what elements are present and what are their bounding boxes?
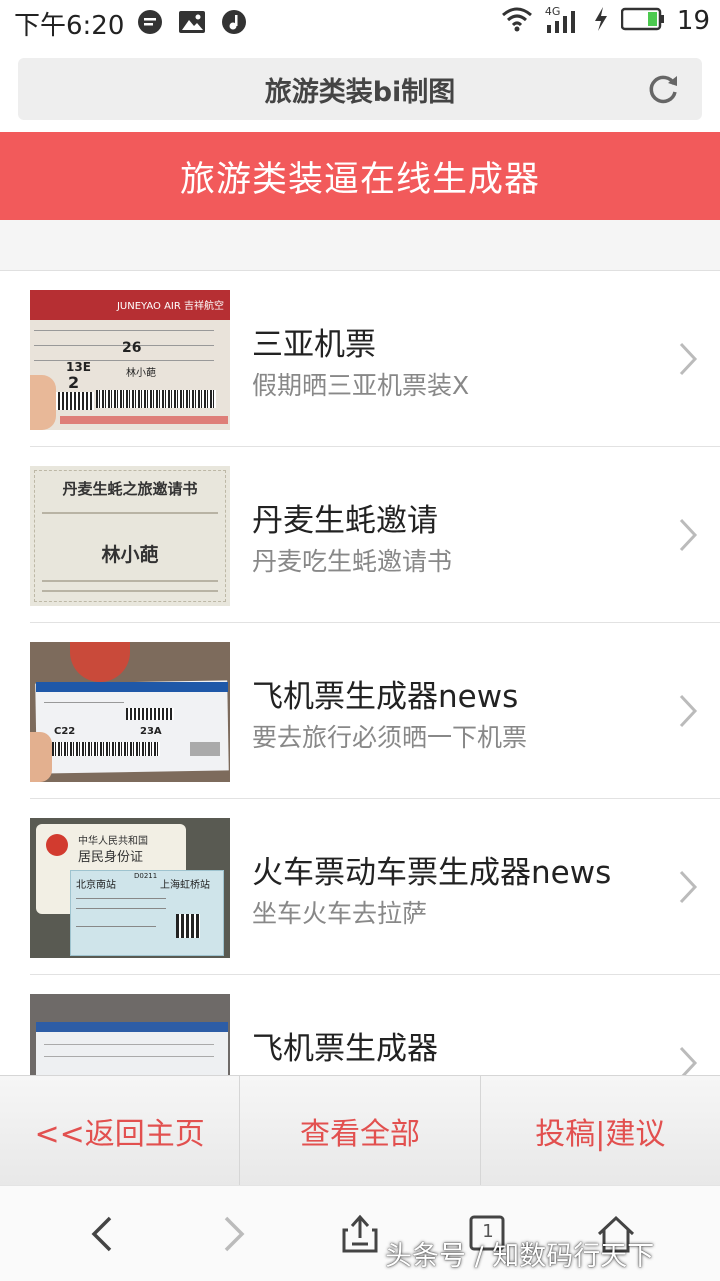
item-title: 丹麦生蚝邀请 <box>252 503 438 539</box>
item-subtitle: 丹麦吃生蚝邀请书 <box>252 547 453 576</box>
list-item-denmark-invite[interactable]: 丹麦生蚝之旅邀请书 林小葩 丹麦生蚝邀请 丹麦吃生蚝邀请书 <box>30 447 720 623</box>
status-right: 4G 19 <box>501 5 710 36</box>
notification-icons <box>136 8 248 36</box>
page-title: 旅游类装bi制图 <box>264 77 456 108</box>
list-item-boarding-pass[interactable]: C22 23A 飞机票生成器news 要去旅行必须晒一下机票 <box>30 623 720 799</box>
sequence-number: 2 <box>68 373 80 392</box>
airline-name: JUNEYAO AIR 吉祥航空 <box>116 301 224 312</box>
item-subtitle: 要去旅行必须晒一下机票 <box>252 723 528 752</box>
message-icon <box>136 8 164 36</box>
chevron-right-icon <box>678 517 698 553</box>
item-subtitle: 假期晒三亚机票装X <box>252 371 470 400</box>
music-icon <box>220 8 248 36</box>
share-icon[interactable] <box>338 1212 382 1256</box>
back-home-button[interactable]: <<返回主页 <box>0 1076 241 1186</box>
boarding-seat-mid: 23A <box>140 726 162 737</box>
forward-arrow-icon[interactable] <box>212 1212 256 1256</box>
back-arrow-icon[interactable] <box>80 1212 124 1256</box>
list-item-train-ticket[interactable]: 中华人民共和国 居民身份证 北京南站 D0211 上海虹桥站 火车票动车票生成器… <box>30 799 720 975</box>
watermark: 头条号 / 知数码行天下 <box>385 1241 655 1272</box>
invite-heading: 丹麦生蚝之旅邀请书 <box>62 480 198 498</box>
header-banner: 旅游类装逼在线生成器 <box>0 132 720 220</box>
item-title: 三亚机票 <box>252 327 376 363</box>
list-item-flight-ticket[interactable]: 飞机票生成器 <box>30 975 720 1075</box>
train-number: D0211 <box>134 872 158 880</box>
wifi-icon <box>501 6 533 36</box>
seat-number: 13E <box>66 360 91 374</box>
passenger-name: 林小葩 <box>126 368 156 379</box>
section-divider <box>0 220 720 271</box>
chevron-right-icon <box>678 869 698 905</box>
boarding-seat-left: C22 <box>54 726 76 737</box>
gate-number: 26 <box>122 340 142 356</box>
bottom-action-bar: <<返回主页 查看全部 投稿|建议 <box>0 1075 720 1186</box>
battery-percent: 19 <box>676 6 710 36</box>
image-icon <box>178 8 206 36</box>
id-card-title: 中华人民共和国 <box>78 836 148 847</box>
denmark-invite-thumbnail: 丹麦生蚝之旅邀请书 林小葩 <box>30 466 230 606</box>
battery-icon <box>620 7 665 35</box>
train-to-station: 上海虹桥站 <box>160 880 210 891</box>
item-title: 飞机票生成器 <box>252 1031 438 1067</box>
status-bar: 下午6:20 4G 19 <box>0 0 720 46</box>
sanya-ticket-thumbnail: JUNEYAO AIR 吉祥航空 26 13E 2 林小葩 <box>30 290 230 430</box>
chevron-right-icon <box>678 693 698 729</box>
item-subtitle: 坐车火车去拉萨 <box>252 899 428 928</box>
refresh-icon[interactable] <box>646 72 680 106</box>
item-list: JUNEYAO AIR 吉祥航空 26 13E 2 林小葩 三亚机票 假期晒三亚… <box>0 271 720 1075</box>
item-title: 飞机票生成器news <box>252 679 519 715</box>
train-from-station: 北京南站 <box>76 880 116 891</box>
invitee-name: 林小葩 <box>101 544 159 566</box>
item-title: 火车票动车票生成器news <box>252 855 612 891</box>
charging-icon <box>593 6 609 36</box>
boarding-pass-thumbnail: C22 23A <box>30 642 230 782</box>
header-title: 旅游类装逼在线生成器 <box>179 159 540 200</box>
signal-icon: 4G <box>545 5 581 35</box>
status-time: 下午6:20 <box>14 11 125 41</box>
submit-suggestion-button[interactable]: 投稿|建议 <box>481 1076 720 1186</box>
address-bar[interactable]: 旅游类装bi制图 <box>18 58 702 120</box>
chevron-right-icon <box>678 1045 698 1075</box>
train-ticket-thumbnail: 中华人民共和国 居民身份证 北京南站 D0211 上海虹桥站 <box>30 818 230 958</box>
id-card-subtitle: 居民身份证 <box>78 850 144 865</box>
chevron-right-icon <box>678 341 698 377</box>
flight-ticket-thumbnail <box>30 994 230 1075</box>
list-item-sanya-ticket[interactable]: JUNEYAO AIR 吉祥航空 26 13E 2 林小葩 三亚机票 假期晒三亚… <box>30 271 720 447</box>
view-all-button[interactable]: 查看全部 <box>240 1076 481 1186</box>
